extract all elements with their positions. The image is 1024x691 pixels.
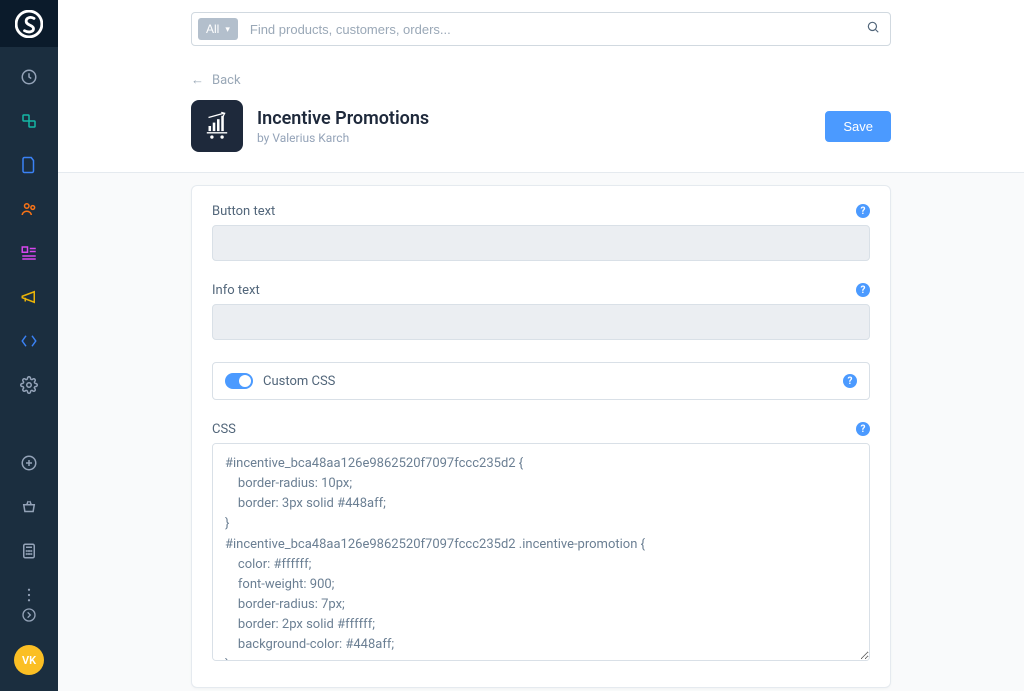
avatar-initials: VK: [22, 654, 36, 667]
search-input[interactable]: [238, 22, 866, 37]
sidebar: VK: [0, 0, 58, 691]
extensions-icon[interactable]: [19, 331, 39, 351]
settings-card: Button text ? Info text ? Custom CSS ?: [191, 185, 891, 688]
help-icon[interactable]: ?: [856, 283, 870, 297]
search-icon[interactable]: [866, 20, 880, 38]
back-link[interactable]: ← Back: [191, 58, 241, 100]
app-icon: [191, 100, 243, 152]
button-text-input[interactable]: [212, 225, 870, 261]
info-text-label: Info text: [212, 283, 870, 298]
settings-icon[interactable]: [19, 375, 39, 395]
customers-icon[interactable]: [19, 199, 39, 219]
info-text-input[interactable]: [212, 304, 870, 340]
page-header: ← Back: [58, 58, 1024, 173]
shopware-logo-icon: [15, 10, 43, 38]
logo[interactable]: [0, 0, 58, 47]
avatar[interactable]: VK: [14, 645, 44, 675]
calculator-icon[interactable]: [19, 541, 39, 561]
help-icon[interactable]: ?: [856, 204, 870, 218]
page-title: Incentive Promotions: [257, 108, 811, 129]
chart-cart-icon: [200, 109, 234, 143]
button-text-label: Button text: [212, 204, 870, 219]
searchbar: All ▾: [191, 12, 891, 46]
search-scope-button[interactable]: All ▾: [198, 18, 238, 40]
custom-css-toggle-row: Custom CSS ?: [212, 362, 870, 400]
arrow-left-icon: ←: [191, 72, 204, 88]
css-label: CSS: [212, 422, 870, 437]
content-zone: Button text ? Info text ? Custom CSS ?: [58, 173, 1024, 691]
help-icon[interactable]: ?: [856, 422, 870, 436]
custom-css-switch[interactable]: [225, 373, 253, 389]
help-icon[interactable]: ?: [843, 374, 857, 388]
searchbar-row: All ▾: [58, 0, 1024, 58]
add-icon[interactable]: [19, 453, 39, 473]
css-textarea[interactable]: [212, 443, 870, 661]
content-icon[interactable]: [19, 243, 39, 263]
back-label: Back: [212, 73, 241, 88]
sidebar-bottom: VK: [0, 605, 58, 691]
marketing-icon[interactable]: [19, 287, 39, 307]
collapse-icon[interactable]: [19, 605, 39, 625]
search-scope-label: All: [206, 22, 219, 36]
catalog-icon[interactable]: [19, 111, 39, 131]
more-icon[interactable]: [19, 585, 39, 605]
main: All ▾ ← Back: [58, 0, 1024, 691]
save-button[interactable]: Save: [825, 111, 891, 142]
page-subtitle: by Valerius Karch: [257, 131, 811, 145]
basket-icon[interactable]: [19, 497, 39, 517]
dashboard-icon[interactable]: [19, 67, 39, 87]
chevron-down-icon: ▾: [225, 24, 230, 35]
orders-icon[interactable]: [19, 155, 39, 175]
custom-css-label: Custom CSS: [263, 374, 335, 389]
sidebar-nav: [0, 47, 58, 605]
